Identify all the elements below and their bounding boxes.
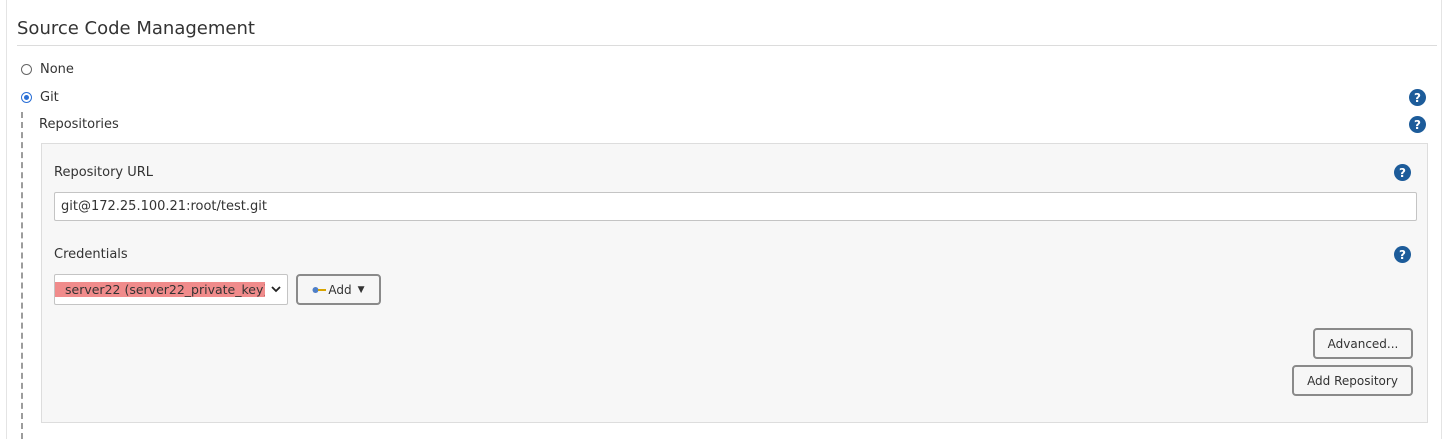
radio-git[interactable] — [21, 92, 32, 103]
repositories-help-icon[interactable]: ? — [1409, 116, 1426, 133]
key-icon — [312, 283, 327, 297]
credentials-select[interactable]: server22 (server22_private_key) — [54, 274, 288, 305]
credentials-label: Credentials — [54, 247, 128, 262]
add-credentials-label: Add — [328, 282, 352, 297]
repository-url-input[interactable]: git@172.25.100.21:root/test.git — [54, 192, 1417, 221]
advanced-button[interactable]: Advanced... — [1313, 328, 1413, 359]
caret-down-icon: ▼ — [357, 284, 365, 295]
scm-option-git[interactable]: Git — [21, 90, 59, 105]
credentials-selected-value: server22 (server22_private_key) — [55, 282, 265, 297]
scm-section: Source Code Management None Git ? Reposi… — [6, 0, 1442, 439]
section-title: Source Code Management — [17, 18, 255, 39]
chevron-down-icon — [270, 283, 282, 295]
title-divider — [17, 45, 1437, 46]
repository-panel: Repository URL ? git@172.25.100.21:root/… — [41, 143, 1428, 423]
git-help-icon[interactable]: ? — [1409, 89, 1426, 106]
add-repository-button[interactable]: Add Repository — [1292, 365, 1413, 396]
scm-option-none-label: None — [40, 62, 74, 77]
add-credentials-button[interactable]: Add ▼ — [296, 274, 381, 305]
credentials-help-icon[interactable]: ? — [1394, 246, 1411, 263]
git-section-guide — [21, 112, 23, 439]
scm-option-git-label: Git — [40, 90, 59, 105]
repository-url-help-icon[interactable]: ? — [1394, 164, 1411, 181]
radio-none[interactable] — [21, 64, 32, 75]
repositories-label: Repositories — [39, 117, 119, 132]
scm-option-none[interactable]: None — [21, 62, 74, 77]
repository-url-label: Repository URL — [54, 165, 154, 180]
